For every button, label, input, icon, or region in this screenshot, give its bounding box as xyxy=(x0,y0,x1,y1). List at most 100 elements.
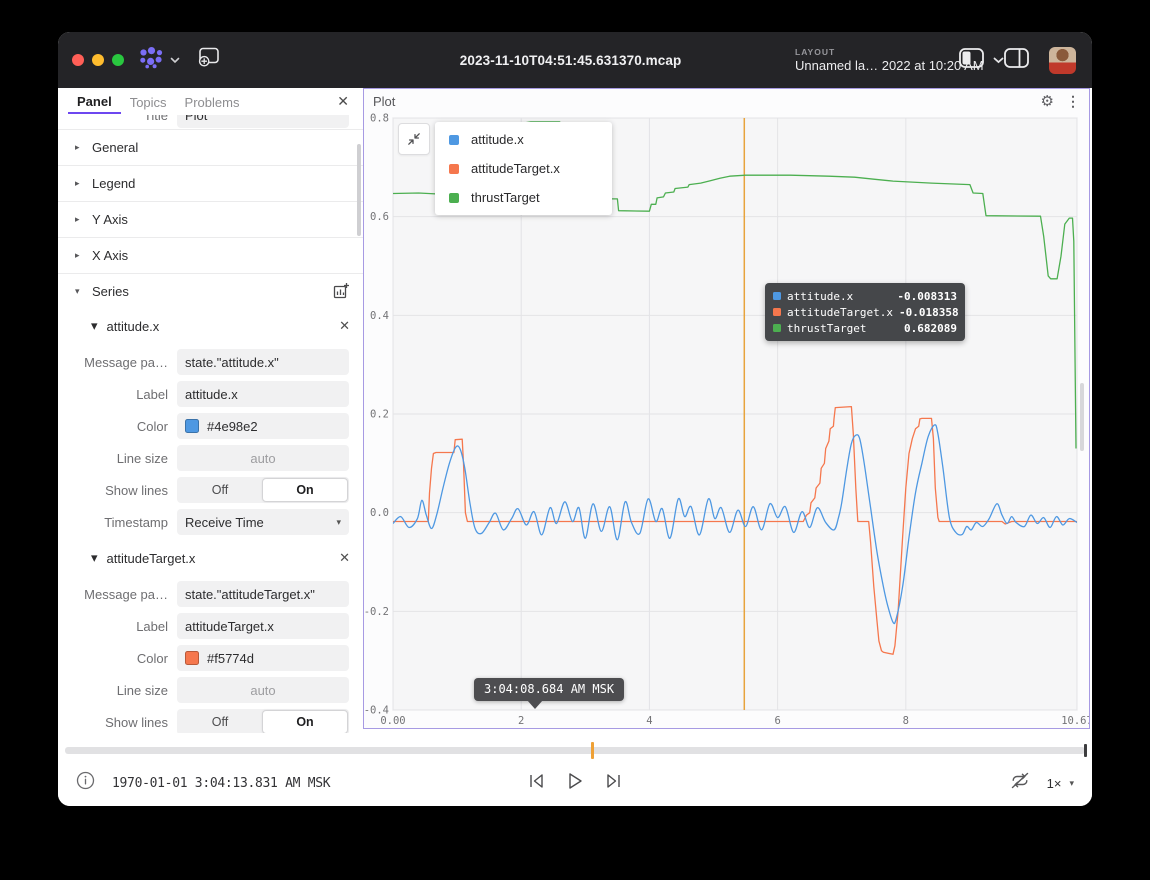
legend-item-attitude-target-x[interactable]: attitudeTarget.x xyxy=(435,154,612,183)
scrubber-current-position-marker[interactable] xyxy=(1084,744,1087,757)
legend-overlay: attitude.x attitudeTarget.x thrustTarget xyxy=(435,122,612,215)
scrubber-time-tooltip: 3:04:08.684 AM MSK xyxy=(474,678,624,701)
plot-panel[interactable]: Plot ⚙ ⋮ 0.80.60.40.20.0-0.2-0.40.002468… xyxy=(363,88,1090,729)
svg-text:10.67: 10.67 xyxy=(1061,715,1089,727)
window-controls xyxy=(72,54,124,66)
show-lines-toggle[interactable]: Off On xyxy=(177,477,349,503)
tab-panel[interactable]: Panel xyxy=(68,90,121,114)
show-lines-off-button[interactable]: Off xyxy=(178,710,262,733)
seek-backward-button[interactable] xyxy=(527,772,546,795)
zoom-window-button[interactable] xyxy=(112,54,124,66)
show-lines-on-button[interactable]: On xyxy=(262,478,348,502)
title-field-label: Title xyxy=(58,115,177,123)
message-path-input[interactable]: state."attitude.x" xyxy=(177,349,349,375)
panel-vertical-scrollbar[interactable] xyxy=(1080,383,1084,451)
tooltip-row: thrustTarget 0.682089 xyxy=(773,320,957,336)
series-color-input[interactable]: #4e98e2 xyxy=(177,413,349,439)
panel-settings-gear-icon[interactable]: ⚙ xyxy=(1041,94,1054,109)
add-panel-icon[interactable] xyxy=(196,47,221,73)
layout-name: Unnamed la… 2022 at 10:20 AM xyxy=(795,58,984,73)
toggle-right-sidebar-icon[interactable] xyxy=(1004,48,1029,73)
show-lines-on-button[interactable]: On xyxy=(262,710,348,733)
loop-playback-off-icon[interactable] xyxy=(1010,771,1030,795)
section-x-axis[interactable]: ▸ X Axis xyxy=(58,237,363,273)
color-swatch[interactable] xyxy=(185,419,199,433)
label-field-label: Label xyxy=(58,387,177,402)
tooltip-swatch xyxy=(773,324,781,332)
svg-text:8: 8 xyxy=(903,715,909,727)
close-window-button[interactable] xyxy=(72,54,84,66)
legend-swatch[interactable] xyxy=(449,164,459,174)
source-filename: 2023-11-10T04:51:45.631370.mcap xyxy=(460,53,682,68)
legend-swatch[interactable] xyxy=(449,193,459,203)
timestamp-select[interactable]: Receive Time ▾ xyxy=(177,509,349,535)
playback-scrubber[interactable] xyxy=(65,747,1085,754)
caret-right-icon: ▸ xyxy=(75,250,83,261)
legend-item-attitude-x[interactable]: attitude.x xyxy=(435,125,612,154)
tooltip-arrow xyxy=(527,700,543,709)
legend-swatch[interactable] xyxy=(449,135,459,145)
color-field-label: Color xyxy=(58,651,177,666)
timestamp-label: Timestamp xyxy=(58,515,177,530)
svg-text:0.6: 0.6 xyxy=(370,211,389,223)
playback-speed[interactable]: 1× xyxy=(1047,776,1062,791)
scrubber-hover-playhead[interactable] xyxy=(591,742,594,759)
speed-dropdown-caret-icon[interactable]: ▾ xyxy=(1069,778,1074,789)
section-legend[interactable]: ▸ Legend xyxy=(58,165,363,201)
series-color-input[interactable]: #f5774d xyxy=(177,645,349,671)
caret-down-icon: ▾ xyxy=(91,550,98,566)
section-general[interactable]: ▸ General xyxy=(58,129,363,165)
show-lines-off-button[interactable]: Off xyxy=(178,478,262,502)
legend-item-thrust-target[interactable]: thrustTarget xyxy=(435,183,612,212)
message-path-input[interactable]: state."attitudeTarget.x" xyxy=(177,581,349,607)
label-field-label: Label xyxy=(58,619,177,634)
settings-sidebar: Panel Topics Problems ✕ Title Plot ▸ Gen… xyxy=(58,88,363,733)
svg-text:0.8: 0.8 xyxy=(370,113,389,125)
svg-text:0.0: 0.0 xyxy=(370,507,389,519)
tab-problems[interactable]: Problems xyxy=(176,91,249,113)
layout-label: LAYOUT xyxy=(795,47,984,57)
add-series-icon[interactable] xyxy=(333,282,350,302)
series-attitude-x-header[interactable]: ▾ attitude.x ✕ xyxy=(58,309,363,343)
foxglove-logo-icon[interactable] xyxy=(138,46,165,74)
color-swatch[interactable] xyxy=(185,651,199,665)
play-button[interactable] xyxy=(565,771,585,796)
current-timestamp: 1970-01-01 3:04:13.831 AM MSK xyxy=(112,776,330,791)
caret-right-icon: ▸ xyxy=(75,178,83,189)
remove-series-icon[interactable]: ✕ xyxy=(339,318,350,334)
remove-series-icon[interactable]: ✕ xyxy=(339,550,350,566)
panel-layout-area: Plot ⚙ ⋮ 0.80.60.40.20.0-0.2-0.40.002468… xyxy=(363,88,1092,733)
tooltip-swatch xyxy=(773,292,781,300)
tooltip-row: attitude.x -0.008313 xyxy=(773,288,957,304)
section-y-axis[interactable]: ▸ Y Axis xyxy=(58,201,363,237)
plot-panel-header: Plot ⚙ ⋮ xyxy=(364,89,1089,113)
sidebar-scrollbar[interactable] xyxy=(357,144,361,236)
minimize-window-button[interactable] xyxy=(92,54,104,66)
caret-right-icon: ▸ xyxy=(75,142,83,153)
caret-down-icon: ▾ xyxy=(75,286,83,297)
svg-text:0.4: 0.4 xyxy=(370,310,389,322)
plot-panel-title: Plot xyxy=(373,94,395,109)
playback-bar: 1970-01-01 3:04:13.831 AM MSK xyxy=(58,733,1092,806)
show-lines-toggle[interactable]: Off On xyxy=(177,709,349,733)
tab-topics[interactable]: Topics xyxy=(121,91,176,113)
panel-menu-kebab-icon[interactable]: ⋮ xyxy=(1066,94,1080,108)
line-size-input[interactable]: auto xyxy=(177,677,349,703)
close-sidebar-icon[interactable]: ✕ xyxy=(337,93,349,110)
app-menu-chevron-icon[interactable] xyxy=(170,51,180,69)
legend-collapse-button[interactable] xyxy=(398,123,430,155)
toggle-left-sidebar-icon[interactable] xyxy=(959,48,984,73)
section-series[interactable]: ▾ Series xyxy=(58,273,363,309)
caret-down-icon: ▾ xyxy=(91,318,98,334)
user-avatar[interactable] xyxy=(1049,47,1076,74)
series-label-input[interactable]: attitude.x xyxy=(177,381,349,407)
plot-chart-area[interactable]: 0.80.60.40.20.0-0.2-0.40.00246810.67 att… xyxy=(364,113,1089,728)
svg-text:6: 6 xyxy=(774,715,780,727)
sidebar-tabs: Panel Topics Problems ✕ xyxy=(58,88,363,115)
line-size-input[interactable]: auto xyxy=(177,445,349,471)
series-label-input[interactable]: attitudeTarget.x xyxy=(177,613,349,639)
series-attitude-target-x-header[interactable]: ▾ attitudeTarget.x ✕ xyxy=(58,541,363,575)
seek-forward-button[interactable] xyxy=(604,772,623,795)
panel-title-input[interactable]: Plot xyxy=(177,115,349,128)
data-source-info-icon[interactable] xyxy=(76,771,95,795)
